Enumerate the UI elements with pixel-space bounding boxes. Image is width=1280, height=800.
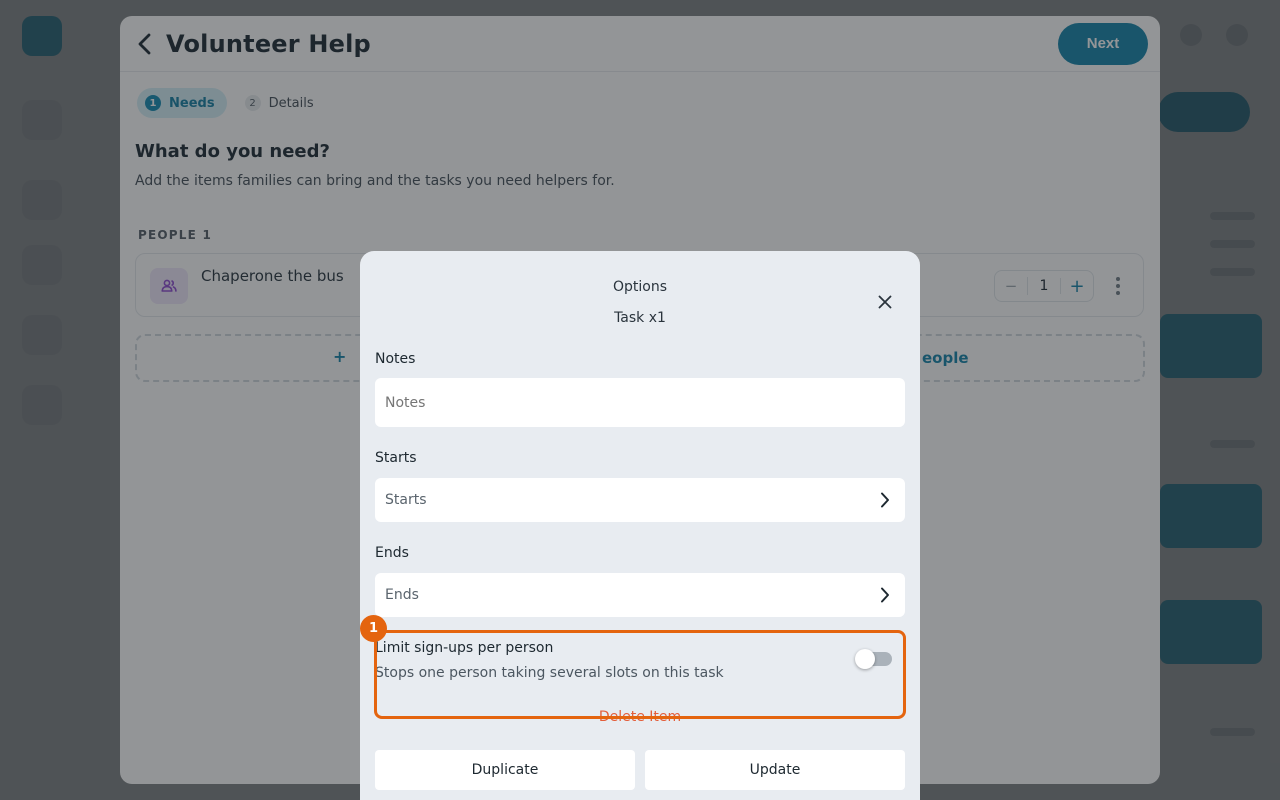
- ends-field[interactable]: Ends: [375, 573, 905, 617]
- options-modal: Options Task x1 Notes Starts Starts Ends…: [360, 251, 920, 800]
- modal-subtitle: Task x1: [614, 310, 666, 326]
- ends-label: Ends: [375, 545, 409, 561]
- starts-value: Starts: [385, 492, 427, 508]
- close-icon[interactable]: [874, 291, 896, 313]
- highlight-badge: 1: [360, 615, 387, 642]
- update-button[interactable]: Update: [645, 750, 905, 790]
- highlight-outline: [374, 630, 906, 719]
- notes-label: Notes: [375, 351, 416, 367]
- starts-label: Starts: [375, 450, 417, 466]
- starts-field[interactable]: Starts: [375, 478, 905, 522]
- chevron-right-icon: [875, 490, 895, 510]
- duplicate-button[interactable]: Duplicate: [375, 750, 635, 790]
- chevron-right-icon: [875, 585, 895, 605]
- modal-actions: Duplicate Update: [375, 750, 905, 790]
- modal-title: Options: [612, 279, 668, 295]
- ends-value: Ends: [385, 587, 419, 603]
- notes-input[interactable]: [375, 378, 905, 427]
